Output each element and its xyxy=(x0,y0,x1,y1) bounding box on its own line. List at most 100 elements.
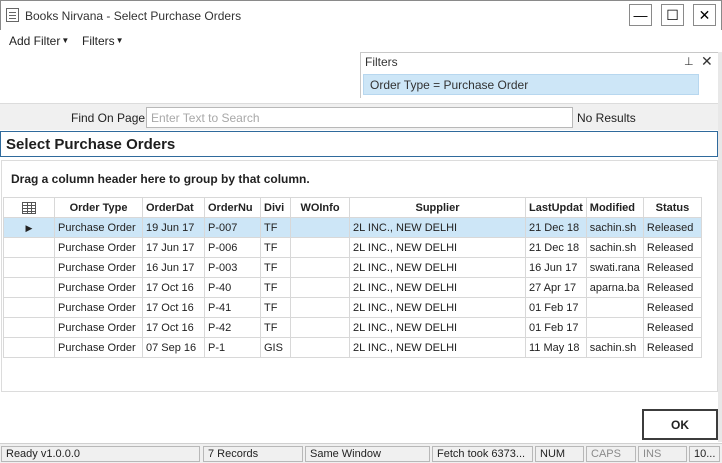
column-header-status[interactable]: Status xyxy=(642,197,702,218)
pin-icon[interactable]: ⊥ xyxy=(684,55,694,68)
maximize-button[interactable]: ☐ xyxy=(661,4,684,26)
group-panel-hint[interactable]: Drag a column header here to group by th… xyxy=(11,172,310,186)
row-indicator[interactable] xyxy=(3,277,55,298)
cell-division[interactable]: TF xyxy=(260,317,291,338)
cell-order-number[interactable]: P-007 xyxy=(204,217,261,238)
cell-last-updated[interactable]: 01 Feb 17 xyxy=(525,297,587,318)
row-indicator[interactable] xyxy=(3,237,55,258)
cell-modified[interactable]: aparna.ba xyxy=(585,277,644,298)
column-header-wo-info[interactable]: WOInfo xyxy=(290,197,350,218)
cell-order-number[interactable]: P-42 xyxy=(204,317,261,338)
close-button[interactable]: ✕ xyxy=(693,4,716,26)
column-header-supplier[interactable]: Supplier xyxy=(349,197,526,218)
row-indicator[interactable] xyxy=(3,317,55,338)
cell-last-updated[interactable]: 16 Jun 17 xyxy=(525,257,587,278)
cell-order-type[interactable]: Purchase Order xyxy=(54,337,143,358)
cell-status[interactable]: Released xyxy=(642,277,702,298)
cell-wo-info[interactable] xyxy=(290,337,350,358)
cell-last-updated[interactable]: 21 Dec 18 xyxy=(525,217,587,238)
cell-last-updated[interactable]: 01 Feb 17 xyxy=(525,317,587,338)
active-filter[interactable]: Order Type = Purchase Order xyxy=(363,74,699,95)
cell-order-number[interactable]: P-40 xyxy=(204,277,261,298)
add-filter-menu[interactable]: Add Filter▼ xyxy=(9,34,69,48)
cell-status[interactable]: Released xyxy=(642,317,702,338)
cell-order-number[interactable]: P-003 xyxy=(204,257,261,278)
row-indicator[interactable] xyxy=(3,297,55,318)
cell-modified[interactable] xyxy=(585,317,644,338)
cell-division[interactable]: TF xyxy=(260,237,291,258)
cell-division[interactable]: TF xyxy=(260,217,291,238)
cell-last-updated[interactable]: 21 Dec 18 xyxy=(525,237,587,258)
cell-wo-info[interactable] xyxy=(290,257,350,278)
row-indicator[interactable]: ▶ xyxy=(3,217,55,238)
filters-menu[interactable]: Filters▼ xyxy=(82,34,124,48)
cell-last-updated[interactable]: 27 Apr 17 xyxy=(525,277,587,298)
column-chooser-icon[interactable] xyxy=(3,197,55,218)
cell-modified[interactable]: sachin.sh xyxy=(585,237,644,258)
cell-supplier[interactable]: 2L INC., NEW DELHI xyxy=(349,337,526,358)
cell-division[interactable]: GIS xyxy=(260,337,291,358)
ok-button[interactable]: OK xyxy=(642,409,718,440)
cell-wo-info[interactable] xyxy=(290,297,350,318)
cell-order-type[interactable]: Purchase Order xyxy=(54,257,143,278)
row-indicator[interactable] xyxy=(3,257,55,278)
cell-wo-info[interactable] xyxy=(290,317,350,338)
column-header-order-number[interactable]: OrderNu xyxy=(204,197,261,218)
cell-order-number[interactable]: P-1 xyxy=(204,337,261,358)
cell-order-date[interactable]: 17 Oct 16 xyxy=(142,277,205,298)
cell-status[interactable]: Released xyxy=(642,297,702,318)
cell-order-date[interactable]: 17 Jun 17 xyxy=(142,237,205,258)
cell-supplier[interactable]: 2L INC., NEW DELHI xyxy=(349,257,526,278)
cell-modified[interactable]: sachin.sh xyxy=(585,217,644,238)
find-input[interactable] xyxy=(146,107,573,128)
close-filters-icon[interactable]: ✕ xyxy=(701,53,713,70)
cell-modified[interactable]: sachin.sh xyxy=(585,337,644,358)
column-header-last-updated[interactable]: LastUpdat xyxy=(525,197,587,218)
cell-wo-info[interactable] xyxy=(290,277,350,298)
minimize-button[interactable]: — xyxy=(629,4,652,26)
cell-order-type[interactable]: Purchase Order xyxy=(54,217,143,238)
cell-order-type[interactable]: Purchase Order xyxy=(54,297,143,318)
cell-order-date[interactable]: 16 Jun 17 xyxy=(142,257,205,278)
cell-division[interactable]: TF xyxy=(260,297,291,318)
cell-order-date[interactable]: 17 Oct 16 xyxy=(142,297,205,318)
table-row[interactable]: Purchase Order 16 Jun 17 P-003 TF 2L INC., N… xyxy=(3,257,702,278)
cell-order-date[interactable]: 19 Jun 17 xyxy=(142,217,205,238)
table-row[interactable]: Purchase Order 17 Jun 17 P-006 TF 2L INC., N… xyxy=(3,237,702,258)
cell-supplier[interactable]: 2L INC., NEW DELHI xyxy=(349,217,526,238)
cell-supplier[interactable]: 2L INC., NEW DELHI xyxy=(349,317,526,338)
column-header-order-date[interactable]: OrderDat xyxy=(142,197,205,218)
cell-modified[interactable] xyxy=(585,297,644,318)
cell-order-date[interactable]: 07 Sep 16 xyxy=(142,337,205,358)
cell-status[interactable]: Released xyxy=(642,337,702,358)
cell-order-type[interactable]: Purchase Order xyxy=(54,317,143,338)
cell-wo-info[interactable] xyxy=(290,237,350,258)
cell-status[interactable]: Released xyxy=(642,217,702,238)
cell-status[interactable]: Released xyxy=(642,257,702,278)
status-records: 7 Records xyxy=(203,446,303,462)
cell-order-date[interactable]: 17 Oct 16 xyxy=(142,317,205,338)
cell-division[interactable]: TF xyxy=(260,277,291,298)
cell-status[interactable]: Released xyxy=(642,237,702,258)
table-row[interactable]: ▶ Purchase Order 19 Jun 17 P-007 TF 2L INC., … xyxy=(3,217,702,238)
table-row[interactable]: Purchase Order 17 Oct 16 P-40 TF 2L INC., NE… xyxy=(3,277,702,298)
column-header-division[interactable]: Divi xyxy=(260,197,291,218)
cell-order-type[interactable]: Purchase Order xyxy=(54,277,143,298)
cell-supplier[interactable]: 2L INC., NEW DELHI xyxy=(349,297,526,318)
column-header-modified[interactable]: Modified xyxy=(585,197,644,218)
cell-order-number[interactable]: P-41 xyxy=(204,297,261,318)
cell-wo-info[interactable] xyxy=(290,217,350,238)
status-extra: 10... xyxy=(689,446,720,462)
cell-supplier[interactable]: 2L INC., NEW DELHI xyxy=(349,237,526,258)
cell-order-number[interactable]: P-006 xyxy=(204,237,261,258)
cell-supplier[interactable]: 2L INC., NEW DELHI xyxy=(349,277,526,298)
column-header-order-type[interactable]: Order Type xyxy=(54,197,143,218)
cell-division[interactable]: TF xyxy=(260,257,291,278)
table-row[interactable]: Purchase Order 17 Oct 16 P-42 TF 2L INC., NE… xyxy=(3,317,702,338)
table-row[interactable]: Purchase Order 17 Oct 16 P-41 TF 2L INC., NE… xyxy=(3,297,702,318)
table-row[interactable]: Purchase Order 07 Sep 16 P-1 GIS 2L INC., NE… xyxy=(3,337,702,358)
cell-order-type[interactable]: Purchase Order xyxy=(54,237,143,258)
cell-last-updated[interactable]: 11 May 18 xyxy=(525,337,587,358)
cell-modified[interactable]: swati.rana xyxy=(585,257,644,278)
row-indicator[interactable] xyxy=(3,337,55,358)
